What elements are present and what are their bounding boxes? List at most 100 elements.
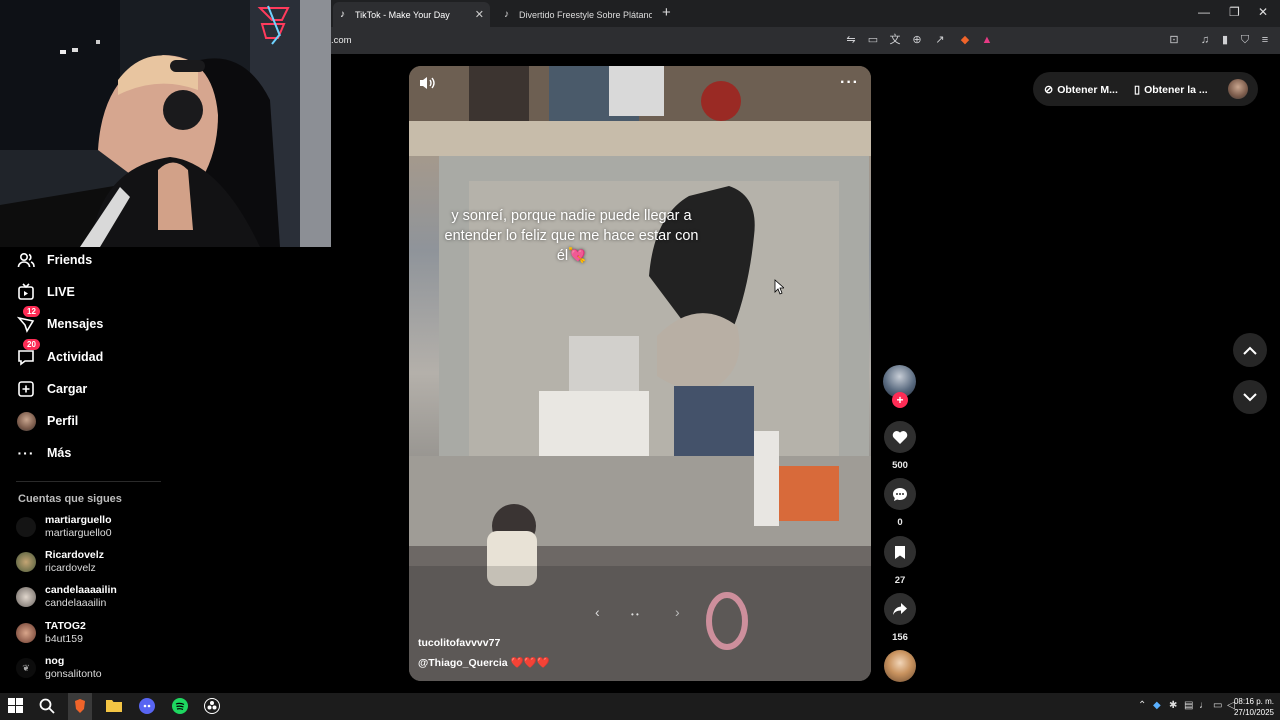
tab-freestyle[interactable]: ♪ Divertido Freestyle Sobre Plátanos | T [497, 2, 652, 27]
sidebar-item-label: Actividad [47, 350, 104, 364]
tab-label: TikTok - Make Your Day [355, 9, 450, 20]
video-frame [409, 66, 871, 681]
account-handle: b4ut159 [45, 633, 83, 645]
restore-button[interactable]: ❐ [1229, 5, 1240, 19]
volume-icon[interactable] [418, 75, 436, 96]
get-app-button[interactable]: ▯ Obtener la ... [1134, 83, 1208, 97]
account-name: candelaaaailin [45, 584, 117, 596]
close-tab-icon[interactable]: ✕ [475, 8, 484, 21]
screenshot-icon[interactable]: ⊡ [1167, 33, 1181, 47]
mouse-cursor-icon [774, 279, 786, 300]
tray-app-icon[interactable]: ▤ [1184, 700, 1193, 711]
share-arrow-icon [893, 603, 907, 615]
profile-avatar [16, 411, 36, 431]
more-options-icon[interactable]: ··· [840, 74, 859, 92]
translate-icon[interactable]: ⇋ [844, 33, 858, 47]
previous-video-button[interactable] [1233, 333, 1267, 367]
sidebar-toggle-icon[interactable]: ▮ [1218, 33, 1232, 47]
avatar: ❦ [16, 658, 36, 678]
chevron-up-icon[interactable]: ⌃ [1138, 700, 1146, 711]
account-name: TATOG2 [45, 620, 86, 632]
new-tab-button[interactable]: + [662, 4, 671, 21]
avatar [16, 552, 36, 572]
comment-button[interactable] [884, 478, 916, 510]
sidebar-item-label: Perfil [47, 414, 79, 428]
upload-icon [16, 379, 36, 399]
share-icon[interactable]: ↗ [933, 33, 947, 47]
account-handle: martiarguello0 [45, 527, 112, 539]
discord-icon[interactable] [139, 698, 156, 715]
sidebar-item-label: Más [47, 446, 72, 460]
sidebar-item-label: Mensajes [47, 317, 104, 331]
file-explorer-icon[interactable] [106, 698, 123, 715]
system-clock[interactable]: 08:16 p. m. 27/10/2025 [1232, 696, 1274, 718]
follow-plus-icon[interactable]: + [892, 392, 908, 408]
sidebar-item-label: Friends [47, 253, 93, 267]
brave-rewards-icon[interactable]: ▲ [980, 33, 994, 47]
menu-icon[interactable]: ≡ [1258, 33, 1272, 47]
like-button[interactable] [884, 421, 916, 453]
streamer-webcam [0, 0, 331, 247]
account-handle: ricardovelz [45, 562, 96, 574]
zoom-icon[interactable]: ⊕ [910, 33, 924, 47]
tray-app-icon[interactable]: ✱ [1169, 700, 1177, 711]
cast-icon[interactable]: ▭ [866, 33, 880, 47]
carousel-next-icon[interactable]: › [675, 604, 680, 620]
tiktok-favicon-icon: ♪ [504, 9, 509, 20]
save-button[interactable] [884, 536, 916, 568]
language-icon[interactable]: 文 [888, 33, 902, 47]
obs-icon[interactable] [204, 698, 221, 715]
microphone-icon[interactable]: ♩ [1199, 700, 1209, 711]
account-handle: gonsalitonto [45, 668, 102, 680]
sidebar-item-more[interactable]: ··· Más [16, 441, 72, 465]
search-icon[interactable] [39, 698, 56, 715]
vpn-icon[interactable]: ⛉ [1238, 33, 1252, 47]
windows-taskbar: ⌃ ◆ ✱ ▤ ♩ ▭ ◁ 08:16 p. m. 27/10/2025 [0, 693, 1280, 720]
get-app-label: Obtener la ... [1144, 83, 1208, 96]
music-disc-avatar[interactable] [884, 650, 916, 682]
tab-tiktok[interactable]: ♪ TikTok - Make Your Day ✕ [333, 2, 490, 27]
coin-icon: ⊘ [1044, 84, 1054, 96]
windows-start-icon[interactable] [8, 698, 25, 715]
clock-time: 08:16 p. m. [1233, 697, 1274, 706]
sidebar-item-profile[interactable]: Perfil [16, 409, 78, 433]
url-text[interactable]: .com [331, 35, 352, 46]
more-icon: ··· [17, 445, 35, 461]
close-window-button[interactable]: ✕ [1258, 5, 1268, 19]
user-avatar[interactable] [1228, 79, 1248, 99]
spotify-icon[interactable] [172, 698, 189, 715]
live-icon [16, 282, 36, 302]
media-icon[interactable]: ♫ [1198, 33, 1212, 47]
network-icon[interactable]: ▭ [1213, 700, 1222, 711]
brave-browser-icon[interactable] [68, 693, 92, 720]
brave-shield-icon[interactable]: ◆ [958, 33, 972, 47]
minimize-button[interactable]: — [1198, 5, 1210, 19]
bookmark-icon [895, 545, 905, 559]
video-caption: y sonreí, porque nadie puede llegar a en… [444, 208, 699, 264]
sidebar-item-messages[interactable]: 12 Mensajes [16, 306, 103, 336]
sidebar-item-friends[interactable]: Friends [16, 248, 92, 272]
carousel-prev-icon[interactable]: ‹ [595, 604, 600, 620]
tab-label: Divertido Freestyle Sobre Plátanos | T [519, 9, 652, 20]
video-player[interactable]: ··· y sonreí, porque nadie puede llegar … [409, 66, 871, 681]
share-count: 156 [892, 632, 908, 643]
video-author[interactable]: tucolitofavvvv77 [418, 637, 500, 649]
sidebar-item-activity[interactable]: 20 Actividad [16, 339, 103, 369]
chevron-down-icon [1243, 392, 1257, 401]
webcam-scene [0, 0, 331, 247]
sidebar-item-label: Cargar [47, 382, 88, 396]
tiktok-favicon-icon: ♪ [340, 9, 345, 20]
avatar [16, 623, 36, 643]
sidebar-item-live[interactable]: LIVE [16, 280, 75, 304]
get-coins-button[interactable]: ⊘ Obtener M... [1044, 83, 1118, 97]
tray-app-icon[interactable]: ◆ [1153, 700, 1161, 711]
account-name: nog [45, 655, 65, 667]
video-description: @Thiago_Quercia ❤️❤️❤️ [418, 657, 550, 669]
share-button[interactable] [884, 593, 916, 625]
next-video-button[interactable] [1233, 380, 1267, 414]
save-count: 27 [894, 575, 906, 586]
chevron-up-icon [1243, 346, 1257, 355]
sidebar-item-upload[interactable]: Cargar [16, 377, 87, 401]
sidebar-divider [16, 481, 161, 482]
clock-date: 27/10/2025 [1233, 708, 1274, 717]
